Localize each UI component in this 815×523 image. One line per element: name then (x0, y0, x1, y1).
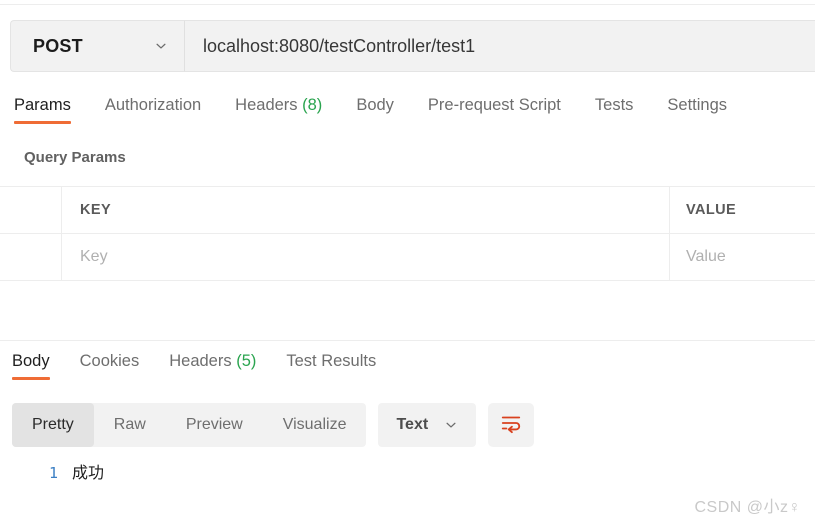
column-header-value: VALUE (670, 187, 815, 233)
view-mode-pretty-label: Pretty (32, 416, 74, 433)
request-url-text: localhost:8080/testController/test1 (203, 35, 476, 56)
request-tab-body-label: Body (356, 96, 394, 114)
top-divider (0, 4, 815, 5)
http-method-selector[interactable]: POST (10, 20, 185, 72)
chevron-down-icon (154, 39, 168, 53)
param-key-placeholder: Key (80, 248, 108, 265)
request-tab-bar: Params Authorization Headers (8) Body Pr… (0, 96, 815, 134)
response-tab-headers[interactable]: Headers (5) (169, 352, 256, 380)
request-tab-pre-request-script-label: Pre-request Script (427, 96, 561, 114)
request-tab-pre-request-script[interactable]: Pre-request Script (428, 96, 561, 124)
param-value-input[interactable]: Value (670, 234, 815, 280)
request-tab-params[interactable]: Params (14, 96, 71, 124)
http-method-label: POST (33, 35, 83, 56)
table-row: Key Value (0, 234, 815, 281)
view-mode-visualize-label: Visualize (282, 416, 347, 433)
response-body-viewer[interactable]: 1 成功 (0, 462, 815, 502)
postman-request-response-panel: POST localhost:8080/testController/test1… (0, 0, 815, 523)
view-mode-preview[interactable]: Preview (166, 403, 263, 447)
response-tab-cookies[interactable]: Cookies (80, 352, 140, 380)
word-wrap-toggle[interactable] (488, 403, 535, 447)
request-tab-tests[interactable]: Tests (595, 96, 634, 124)
request-headers-count: (8) (302, 96, 323, 114)
request-url-bar: POST localhost:8080/testController/test1 (10, 20, 815, 72)
response-view-mode-group: Pretty Raw Preview Visualize (12, 403, 367, 447)
line-number: 1 (48, 464, 58, 482)
response-tab-body-label: Body (12, 352, 50, 370)
response-body-line: 成功 (72, 463, 105, 482)
view-mode-pretty[interactable]: Pretty (12, 403, 94, 447)
request-tab-settings-label: Settings (667, 96, 728, 114)
response-tab-test-results[interactable]: Test Results (286, 352, 376, 380)
word-wrap-icon (500, 412, 522, 439)
request-url-input[interactable]: localhost:8080/testController/test1 (185, 20, 815, 72)
row-checkbox-cell[interactable] (0, 234, 62, 280)
response-tab-headers-label: Headers (169, 352, 232, 370)
request-tab-authorization-label: Authorization (104, 96, 202, 114)
param-key-input[interactable]: Key (62, 234, 670, 280)
view-mode-preview-label: Preview (185, 416, 243, 433)
request-tab-settings[interactable]: Settings (667, 96, 727, 124)
watermark: CSDN @小z♀ (694, 499, 801, 516)
view-mode-visualize[interactable]: Visualize (263, 403, 367, 447)
table-header-row: KEY VALUE (0, 187, 815, 234)
request-tab-headers-label: Headers (235, 96, 298, 114)
request-tab-params-label: Params (14, 96, 71, 114)
select-all-cell (0, 187, 62, 233)
response-tab-test-results-label: Test Results (286, 352, 377, 370)
content-type-label: Text (396, 416, 429, 433)
response-tab-body[interactable]: Body (12, 352, 50, 380)
section-divider (0, 340, 815, 341)
view-mode-raw-label: Raw (113, 416, 146, 433)
response-headers-count: (5) (236, 352, 257, 370)
content-type-selector[interactable]: Text (378, 403, 477, 447)
query-params-table: KEY VALUE Key Value (0, 186, 815, 281)
column-header-value-label: VALUE (686, 202, 737, 218)
column-header-key: KEY (62, 187, 670, 233)
chevron-down-icon (444, 418, 458, 432)
request-tab-body[interactable]: Body (356, 96, 394, 124)
response-format-toolbar: Pretty Raw Preview Visualize Text (12, 403, 535, 447)
response-tab-cookies-label: Cookies (79, 352, 140, 370)
view-mode-raw[interactable]: Raw (94, 403, 166, 447)
response-tab-bar: Body Cookies Headers (5) Test Results (0, 352, 815, 388)
param-value-placeholder: Value (686, 248, 726, 265)
query-params-title: Query Params (24, 149, 126, 166)
request-tab-tests-label: Tests (594, 96, 634, 114)
column-header-key-label: KEY (80, 202, 112, 218)
request-tab-authorization[interactable]: Authorization (105, 96, 201, 124)
request-tab-headers[interactable]: Headers (8) (235, 96, 322, 124)
